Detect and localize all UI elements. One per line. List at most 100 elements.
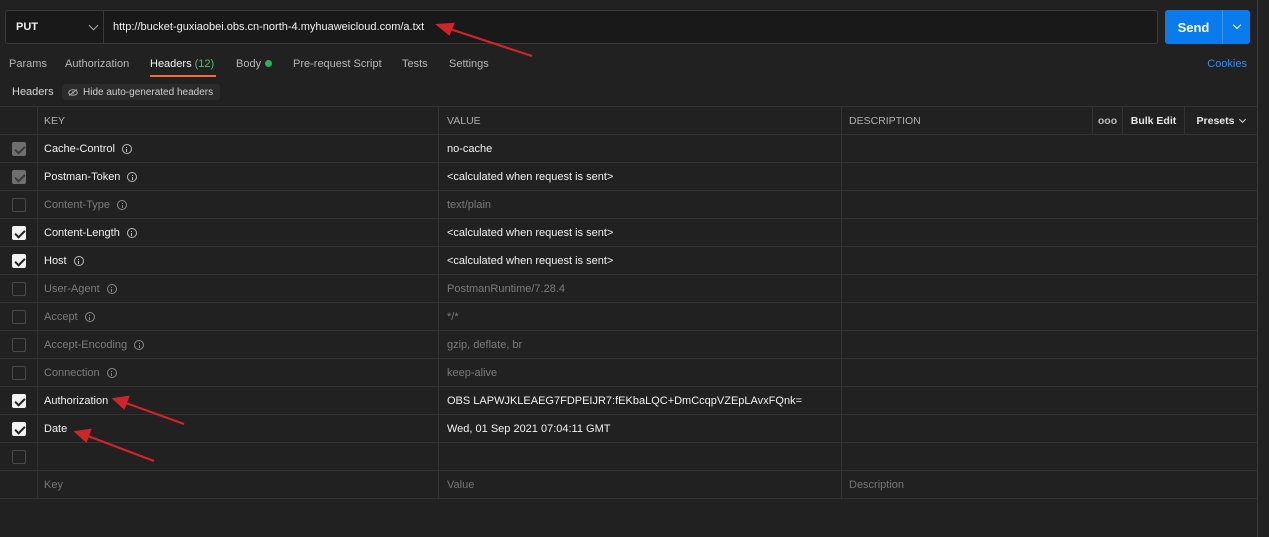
- request-tabs: Params Authorization Headers (12) Body P…: [0, 55, 1269, 79]
- header-value: gzip, deflate, br: [439, 331, 842, 358]
- empty-value-cell[interactable]: [439, 443, 842, 470]
- chevron-down-icon: [1239, 115, 1247, 123]
- info-icon[interactable]: [106, 283, 117, 294]
- header-key: Content-Type: [44, 198, 111, 211]
- row-checkbox[interactable]: [11, 449, 26, 464]
- hide-auto-generated-headers-button[interactable]: Hide auto-generated headers: [62, 84, 221, 100]
- table-row: Cache-Control no-cache: [0, 135, 1257, 163]
- tab-headers-label: Headers: [150, 58, 192, 70]
- header-key: User-Agent: [44, 282, 100, 295]
- row-checkbox[interactable]: [11, 225, 26, 240]
- empty-description-cell[interactable]: [842, 443, 1257, 470]
- header-key: Accept: [44, 310, 78, 323]
- more-options-icon[interactable]: ooo: [1092, 107, 1122, 134]
- send-button[interactable]: Send: [1165, 10, 1250, 44]
- tab-body-label: Body: [236, 58, 262, 70]
- header-value[interactable]: OBS LAPWJKLEAEG7FDPEIJR7:fEKbaLQC+DmCcqp…: [439, 387, 842, 414]
- header-description: [842, 135, 1257, 162]
- table-row: Connection keep-alive: [0, 359, 1257, 387]
- info-icon[interactable]: [134, 339, 145, 350]
- checkbox-column-header: [0, 107, 38, 134]
- url-input[interactable]: http://bucket-guxiaobei.obs.cn-north-4.m…: [104, 21, 424, 33]
- table-row: Authorization OBS LAPWJKLEAEG7FDPEIJR7:f…: [0, 387, 1257, 415]
- header-key: Host: [44, 254, 67, 267]
- new-value-input[interactable]: Value: [439, 471, 842, 498]
- table-row: Content-Length <calculated when request …: [0, 219, 1257, 247]
- presets-dropdown[interactable]: Presets: [1184, 107, 1257, 134]
- request-url-bar: PUT http://bucket-guxiaobei.obs.cn-north…: [5, 10, 1158, 44]
- row-checkbox[interactable]: [11, 393, 26, 408]
- header-description: [842, 275, 1257, 302]
- table-header-row: KEY VALUE DESCRIPTION ooo Bulk Edit Pres…: [0, 107, 1257, 135]
- chevron-down-icon: [1232, 20, 1241, 30]
- row-checkbox[interactable]: [11, 253, 26, 268]
- header-value[interactable]: Wed, 01 Sep 2021 07:04:11 GMT: [439, 415, 842, 442]
- header-value: */*: [439, 303, 842, 330]
- active-tab-underline: [150, 75, 216, 77]
- tab-params[interactable]: Params: [9, 58, 47, 70]
- header-description[interactable]: [842, 415, 1257, 442]
- tab-pre-request-script[interactable]: Pre-request Script: [293, 58, 382, 70]
- header-description: [842, 219, 1257, 246]
- table-row: User-Agent PostmanRuntime/7.28.4: [0, 275, 1257, 303]
- send-options-dropdown[interactable]: [1223, 20, 1250, 30]
- cookies-link[interactable]: Cookies: [1207, 58, 1247, 70]
- table-row: Accept */*: [0, 303, 1257, 331]
- tab-body[interactable]: Body: [236, 58, 273, 70]
- row-checkbox[interactable]: [11, 421, 26, 436]
- header-value: <calculated when request is sent>: [439, 247, 842, 274]
- info-icon[interactable]: [121, 143, 132, 154]
- panel-divider: [1257, 0, 1258, 537]
- info-icon[interactable]: [127, 171, 138, 182]
- info-icon[interactable]: [84, 311, 95, 322]
- method-select[interactable]: PUT: [6, 11, 104, 43]
- presets-label: Presets: [1196, 114, 1235, 127]
- new-key-input[interactable]: Key: [38, 471, 439, 498]
- header-value: <calculated when request is sent>: [439, 163, 842, 190]
- header-value: PostmanRuntime/7.28.4: [439, 275, 842, 302]
- table-row: Host <calculated when request is sent>: [0, 247, 1257, 275]
- body-indicator-dot-icon: [265, 60, 273, 67]
- headers-count-badge: (12): [194, 58, 215, 70]
- header-description: [842, 303, 1257, 330]
- description-column-header: DESCRIPTION: [849, 114, 921, 127]
- new-description-input[interactable]: Description: [842, 471, 1257, 498]
- tab-tests[interactable]: Tests: [402, 58, 428, 70]
- header-key[interactable]: Date: [38, 415, 439, 442]
- row-checkbox[interactable]: [11, 281, 26, 296]
- tab-headers[interactable]: Headers (12): [150, 58, 214, 70]
- header-key: Connection: [44, 366, 100, 379]
- info-icon[interactable]: [73, 255, 84, 266]
- table-row: Postman-Token <calculated when request i…: [0, 163, 1257, 191]
- row-checkbox[interactable]: [11, 337, 26, 352]
- row-checkbox[interactable]: [11, 365, 26, 380]
- row-checkbox[interactable]: [11, 197, 26, 212]
- header-key[interactable]: Authorization: [38, 387, 439, 414]
- header-description[interactable]: [842, 387, 1257, 414]
- tab-authorization[interactable]: Authorization: [65, 58, 129, 70]
- row-checkbox[interactable]: [11, 141, 26, 156]
- table-tools: ooo Bulk Edit Presets: [1092, 107, 1257, 134]
- headers-section-label: Headers: [12, 86, 54, 98]
- header-description: [842, 331, 1257, 358]
- info-icon[interactable]: [126, 227, 137, 238]
- header-key: Cache-Control: [44, 142, 115, 155]
- send-label: Send: [1177, 19, 1210, 35]
- bulk-edit-button[interactable]: Bulk Edit: [1122, 107, 1184, 134]
- tab-settings[interactable]: Settings: [449, 58, 489, 70]
- header-description: [842, 191, 1257, 218]
- row-checkbox[interactable]: [11, 309, 26, 324]
- header-value: keep-alive: [439, 359, 842, 386]
- info-icon[interactable]: [117, 199, 128, 210]
- header-key: Postman-Token: [44, 170, 121, 183]
- table-row-empty: [0, 443, 1257, 471]
- header-value: no-cache: [439, 135, 842, 162]
- row-checkbox[interactable]: [11, 169, 26, 184]
- empty-key-cell[interactable]: [38, 443, 439, 470]
- hide-auto-label: Hide auto-generated headers: [83, 86, 214, 98]
- info-icon[interactable]: [106, 367, 117, 378]
- key-column-header: KEY: [38, 107, 439, 134]
- header-description: [842, 359, 1257, 386]
- method-label: PUT: [16, 21, 38, 33]
- new-header-row: Key Value Description: [0, 471, 1257, 499]
